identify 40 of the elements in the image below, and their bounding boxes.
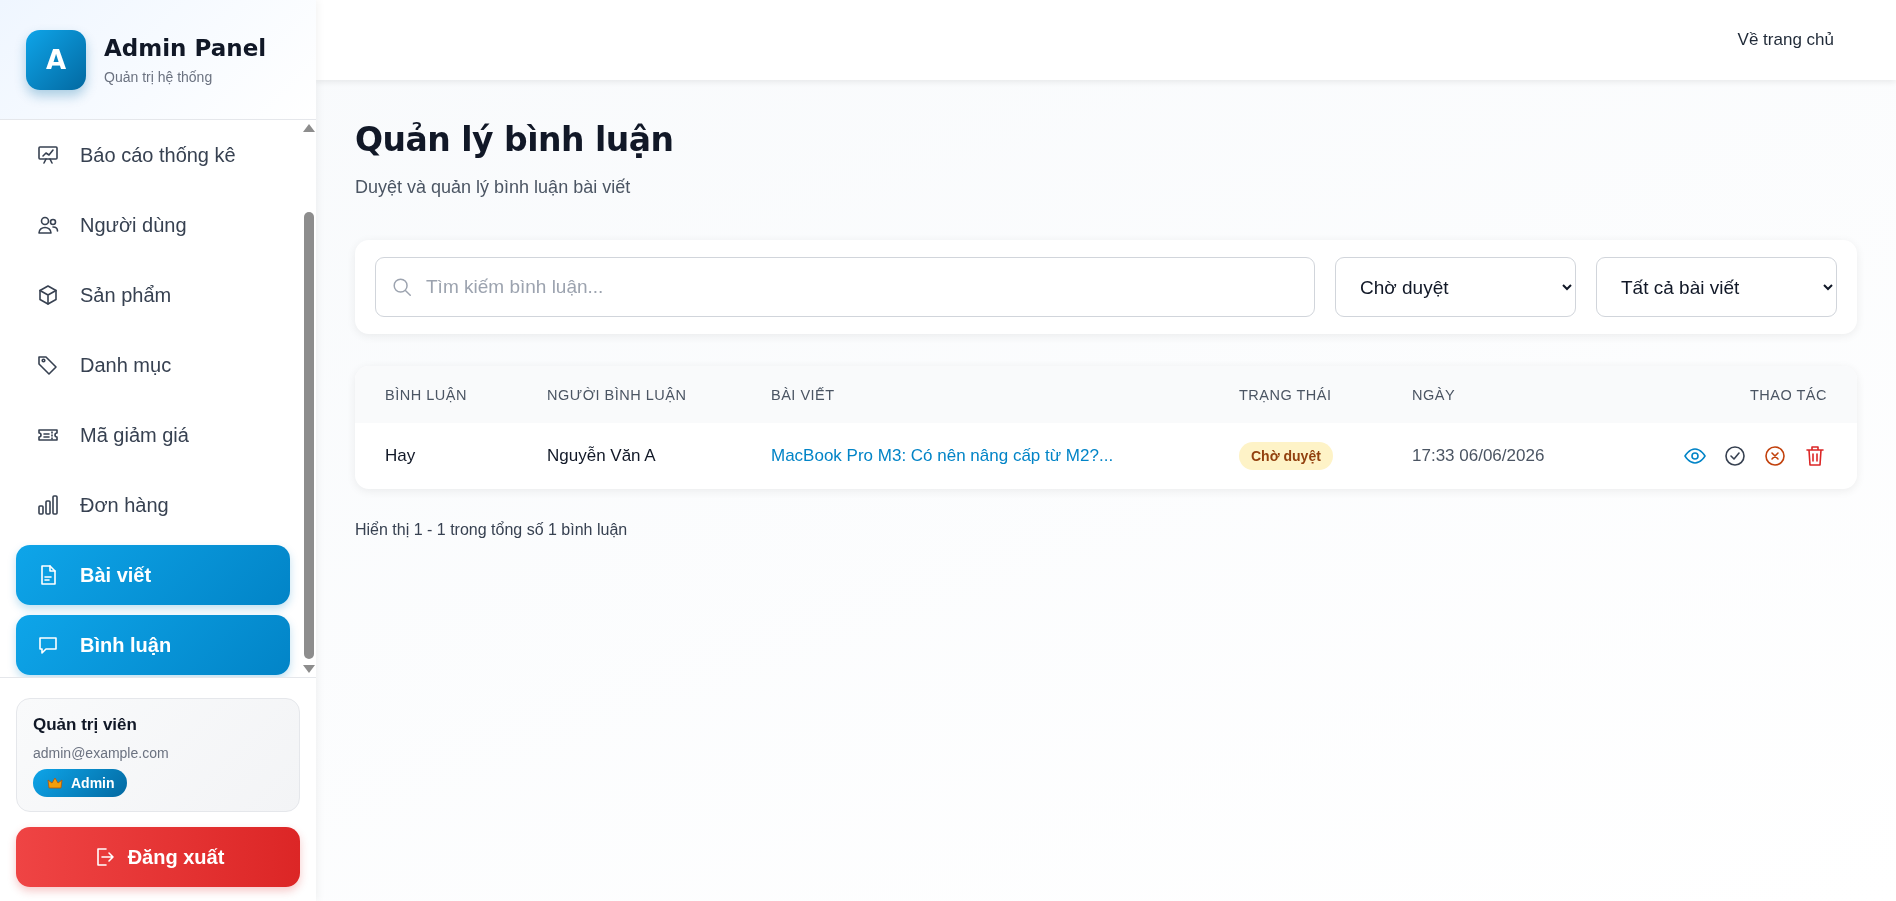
post-link[interactable]: MacBook Pro M3: Có nên nâng cấp từ M2?... xyxy=(771,446,1239,466)
app-title: Admin Panel xyxy=(104,34,267,61)
nav-item[interactable]: Danh mục xyxy=(16,330,290,400)
table-cell-text: 17:33 06/06/2026 xyxy=(1412,446,1546,466)
column-header: BÌNH LUẬN xyxy=(385,386,468,403)
user-email: admin@example.com xyxy=(33,745,170,761)
logout-button[interactable]: Đăng xuất xyxy=(16,827,300,887)
role-badge: Admin xyxy=(33,769,127,797)
box-icon xyxy=(36,283,60,307)
nav-item[interactable]: Mã giảm giá xyxy=(16,400,290,470)
status-badge: Chờ duyệt xyxy=(1239,442,1333,470)
logo: A xyxy=(26,29,86,90)
nav-item[interactable]: Báo cáo thống kê xyxy=(16,120,290,190)
status-dropdown[interactable]: Chờ duyệt xyxy=(1335,257,1576,317)
table-cell-text: Hay xyxy=(385,446,417,466)
trash-icon[interactable] xyxy=(1803,444,1827,468)
search-field[interactable]: Tìm kiếm bình luận... xyxy=(375,257,1315,317)
check-circle-icon[interactable] xyxy=(1723,444,1747,468)
nav-item[interactable]: Sản phẩm xyxy=(16,260,290,330)
pagination-summary: Hiển thị 1 - 1 trong tổng số 1 bình luận xyxy=(355,521,629,539)
column-header: NGƯỜI BÌNH LUẬN xyxy=(547,386,688,403)
home-link[interactable]: Về trang chủ xyxy=(1737,30,1834,50)
tag-icon xyxy=(36,353,60,377)
column-header: TRẠNG THÁI xyxy=(1239,386,1333,403)
column-header: NGÀY xyxy=(1412,386,1457,403)
app-subtitle: Quản trị hệ thống xyxy=(104,68,214,85)
search-icon xyxy=(391,276,413,298)
crown-icon xyxy=(47,776,63,790)
x-circle-icon[interactable] xyxy=(1763,444,1787,468)
nav-item[interactable]: Người dùng xyxy=(16,190,290,260)
table-cell-text: Nguyễn Văn A xyxy=(547,446,657,466)
page-title: Quản lý bình luận xyxy=(355,120,675,159)
column-header: BÀI VIẾT xyxy=(771,386,836,403)
nav-item[interactable]: Đơn hàng xyxy=(16,470,290,540)
user-name: Quản trị viên xyxy=(33,715,138,735)
page-subtitle: Duyệt và quản lý bình luận bài viết xyxy=(355,177,632,198)
post-dropdown[interactable]: Tất cả bài viết xyxy=(1596,257,1837,317)
column-header: THAO TÁC xyxy=(1748,386,1827,403)
chart-board-icon xyxy=(36,143,60,167)
bar-chart-icon xyxy=(36,493,60,517)
